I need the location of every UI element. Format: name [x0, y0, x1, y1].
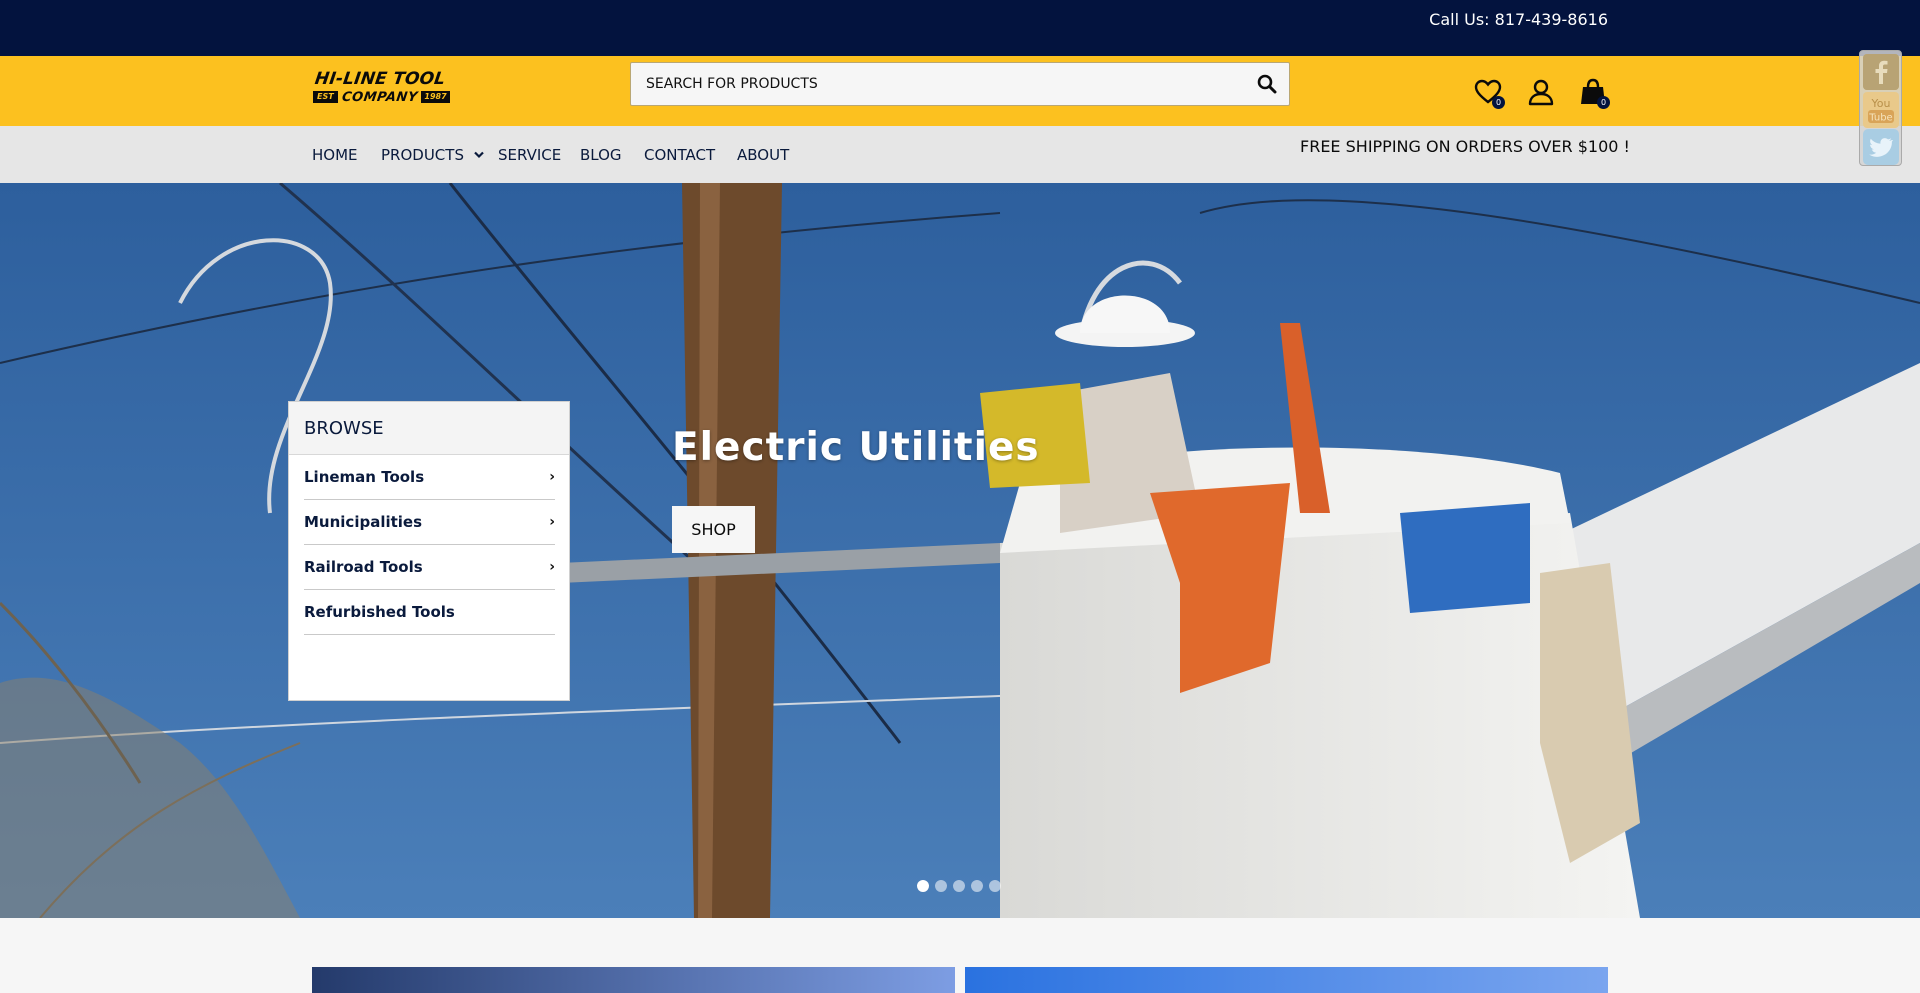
- chevron-right-icon: ›: [549, 559, 555, 575]
- search-icon: [1257, 74, 1277, 94]
- youtube-link[interactable]: You Tube: [1863, 92, 1899, 128]
- category-banner-left[interactable]: [312, 967, 955, 993]
- browse-item-railroad-tools[interactable]: Railroad Tools ›: [304, 545, 555, 590]
- top-bar: Call Us: 817-439-8616: [0, 0, 1920, 56]
- twitter-link[interactable]: [1863, 129, 1899, 165]
- slide-dot[interactable]: [953, 880, 965, 892]
- browse-item-label: Municipalities: [304, 513, 423, 531]
- youtube-icon: You Tube: [1863, 92, 1899, 128]
- cart-button[interactable]: 0: [1578, 77, 1610, 109]
- browse-item-label: Refurbished Tools: [304, 603, 455, 621]
- nav-contact[interactable]: CONTACT: [644, 126, 715, 183]
- category-banner-right[interactable]: [965, 967, 1608, 993]
- social-sidebar: You Tube: [1859, 50, 1902, 166]
- logo-est: EST: [313, 91, 338, 103]
- svg-text:Tube: Tube: [1868, 113, 1892, 124]
- account-button[interactable]: [1526, 77, 1556, 107]
- user-icon: [1528, 79, 1554, 106]
- wishlist-count-badge: 0: [1492, 96, 1505, 109]
- hero-title: Electric Utilities: [672, 425, 1040, 470]
- browse-item-lineman-tools[interactable]: Lineman Tools ›: [304, 455, 555, 500]
- logo-company: COMPANY: [340, 89, 419, 105]
- free-shipping-promo: FREE SHIPPING ON ORDERS OVER $100 !: [1300, 137, 1630, 156]
- nav-home[interactable]: HOME: [312, 126, 358, 183]
- cart-count-badge: 0: [1597, 96, 1610, 109]
- slide-dot[interactable]: [971, 880, 983, 892]
- facebook-icon: [1863, 54, 1899, 90]
- search-button[interactable]: [1255, 72, 1279, 96]
- nav-blog[interactable]: BLOG: [580, 126, 622, 183]
- twitter-icon: [1863, 129, 1899, 165]
- shop-button[interactable]: SHOP: [672, 506, 755, 553]
- main-nav: HOME PRODUCTS SERVICE BLOG CONTACT ABOUT: [0, 126, 1920, 183]
- svg-text:You: You: [1871, 97, 1891, 110]
- wishlist-button[interactable]: 0: [1473, 77, 1505, 109]
- search-bar: [630, 62, 1290, 106]
- nav-about[interactable]: ABOUT: [737, 126, 789, 183]
- browse-item-refurbished-tools[interactable]: Refurbished Tools: [304, 590, 555, 635]
- nav-service[interactable]: SERVICE: [498, 126, 561, 183]
- slide-dot[interactable]: [935, 880, 947, 892]
- chevron-down-icon: [473, 151, 484, 159]
- company-logo[interactable]: HI-LINE TOOL EST COMPANY 1987: [313, 69, 450, 111]
- nav-products-label: PRODUCTS: [381, 146, 464, 164]
- browse-menu: BROWSE Lineman Tools › Municipalities › …: [288, 401, 570, 701]
- slide-dot[interactable]: [917, 880, 929, 892]
- nav-products[interactable]: PRODUCTS: [381, 126, 484, 183]
- slide-indicators: [917, 880, 1001, 892]
- chevron-right-icon: ›: [549, 514, 555, 530]
- slide-dot[interactable]: [989, 880, 1001, 892]
- search-input[interactable]: [631, 63, 1231, 105]
- browse-item-label: Railroad Tools: [304, 558, 423, 576]
- logo-year: 1987: [421, 91, 450, 103]
- facebook-link[interactable]: [1863, 54, 1899, 90]
- browse-title: BROWSE: [289, 402, 569, 455]
- browse-item-municipalities[interactable]: Municipalities ›: [304, 500, 555, 545]
- call-us-phone[interactable]: Call Us: 817-439-8616: [1429, 10, 1608, 30]
- logo-line1: HI-LINE TOOL: [313, 69, 447, 89]
- logo-line2: EST COMPANY 1987: [313, 89, 450, 105]
- chevron-right-icon: ›: [549, 469, 555, 485]
- browse-item-label: Lineman Tools: [304, 468, 425, 486]
